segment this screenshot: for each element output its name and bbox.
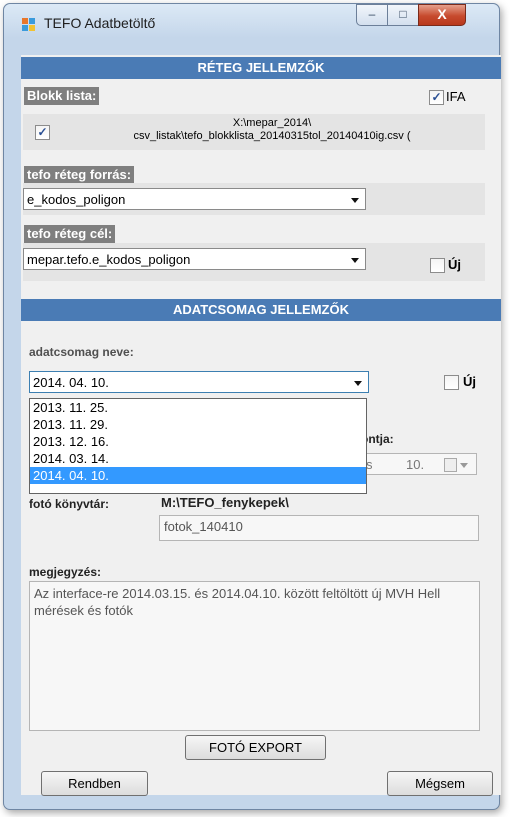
package-name-label: adatcsomag neve: bbox=[29, 345, 134, 359]
date-option[interactable]: 2013. 11. 25. bbox=[30, 399, 366, 416]
chevron-down-icon bbox=[351, 258, 359, 263]
photo-dir-input[interactable]: fotok_140410 bbox=[159, 515, 479, 541]
block-list-box: ✓ X:\mepar_2014\ csv_listak\tefo_blokkli… bbox=[23, 114, 485, 150]
block-path-line2: csv_listak\tefo_blokklista_20140315tol_2… bbox=[133, 130, 411, 142]
source-layer-label: tefo réteg forrás: bbox=[24, 166, 135, 184]
minimize-button[interactable]: ‒ bbox=[356, 4, 388, 26]
photo-export-button[interactable]: FOTÓ EXPORT bbox=[185, 735, 326, 760]
package-date-dropdown[interactable]: 2013. 11. 25. 2013. 11. 29. 2013. 12. 16… bbox=[29, 398, 367, 494]
title-bar[interactable]: TEFO Adatbetöltő ‒ □ X bbox=[4, 4, 499, 38]
block-list-path: X:\mepar_2014\ csv_listak\tefo_blokklist… bbox=[67, 117, 477, 143]
target-layer-box: mepar.tefo.e_kodos_poligon Új bbox=[23, 243, 485, 281]
source-layer-value: e_kodos_poligon bbox=[27, 192, 126, 207]
chevron-down-icon bbox=[460, 463, 468, 468]
chevron-down-icon bbox=[354, 381, 362, 386]
date-option-selected[interactable]: 2014. 04. 10. bbox=[30, 467, 366, 484]
ifa-label: IFA bbox=[446, 89, 466, 104]
package-section-header: ADATCSOMAG JELLEMZŐK bbox=[21, 299, 501, 321]
chevron-down-icon bbox=[351, 198, 359, 203]
target-new-label: Új bbox=[448, 257, 461, 272]
photo-dir-path: M:\TEFO_fenykepek\ bbox=[161, 495, 289, 510]
target-layer-label: tefo réteg cél: bbox=[24, 225, 116, 243]
package-new-label: Új bbox=[463, 374, 476, 389]
block-list-label: Blokk lista: bbox=[24, 87, 100, 105]
layer-section-header: RÉTEG JELLEMZŐK bbox=[21, 57, 501, 79]
ok-button[interactable]: Rendben bbox=[41, 771, 148, 796]
comment-label: megjegyzés: bbox=[29, 565, 102, 579]
app-icon bbox=[22, 18, 36, 32]
cancel-button[interactable]: Mégsem bbox=[387, 771, 493, 796]
calendar-icon bbox=[444, 458, 457, 472]
date-picker-day: 10. bbox=[406, 457, 425, 472]
target-layer-select[interactable]: mepar.tefo.e_kodos_poligon bbox=[23, 248, 366, 270]
date-option[interactable]: 2013. 12. 16. bbox=[30, 433, 366, 450]
source-layer-select[interactable]: e_kodos_poligon bbox=[23, 188, 366, 210]
date-option[interactable]: 2013. 11. 29. bbox=[30, 416, 366, 433]
date-option[interactable]: 2014. 03. 14. bbox=[30, 450, 366, 467]
target-new-checkbox[interactable] bbox=[430, 258, 445, 273]
date-picker[interactable]: s 10. bbox=[351, 453, 477, 475]
block-list-checkbox[interactable]: ✓ bbox=[35, 125, 50, 140]
package-name-select[interactable]: 2014. 04. 10. bbox=[29, 371, 369, 393]
photo-dir-label: fotó könyvtár: bbox=[29, 497, 110, 511]
source-layer-box: e_kodos_poligon bbox=[23, 183, 485, 215]
block-path-line1: X:\mepar_2014\ bbox=[232, 117, 312, 129]
ifa-checkbox[interactable]: ✓ bbox=[429, 90, 444, 105]
package-new-checkbox[interactable] bbox=[444, 375, 459, 390]
window-title: TEFO Adatbetöltő bbox=[44, 15, 156, 31]
comment-textarea[interactable]: Az interface-re 2014.03.15. és 2014.04.1… bbox=[29, 581, 480, 731]
close-button[interactable]: X bbox=[418, 4, 466, 26]
package-name-value: 2014. 04. 10. bbox=[33, 375, 109, 390]
target-layer-value: mepar.tefo.e_kodos_poligon bbox=[27, 252, 191, 267]
maximize-button[interactable]: □ bbox=[387, 4, 419, 26]
